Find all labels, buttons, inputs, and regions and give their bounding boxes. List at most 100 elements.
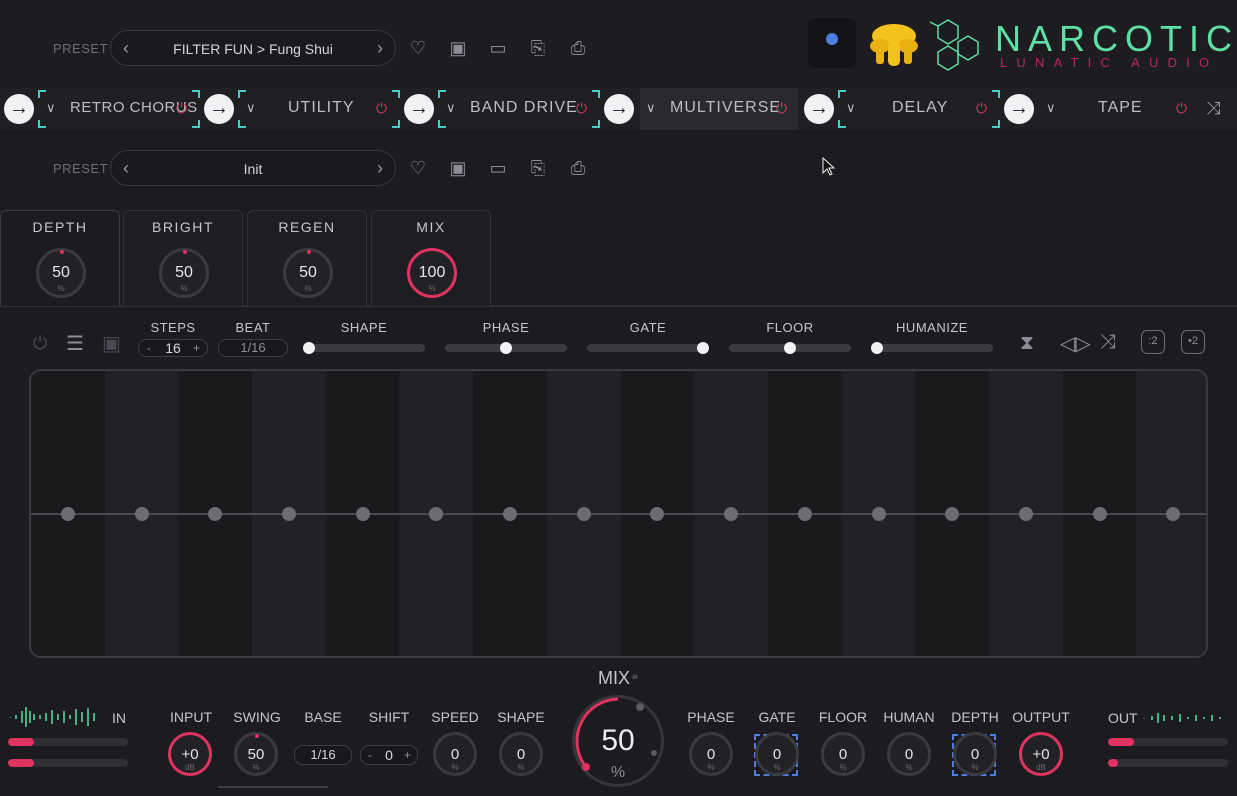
- chevron-down-icon[interactable]: ∨: [1046, 100, 1056, 116]
- mix-knob[interactable]: 100 %: [407, 248, 457, 298]
- module-preset-selector[interactable]: ‹ Init ›: [110, 150, 396, 186]
- chevron-right-icon[interactable]: ›: [377, 38, 383, 59]
- steps-stepper[interactable]: - 16 +: [138, 339, 208, 357]
- heart-icon[interactable]: ♡: [407, 157, 429, 179]
- step-dot[interactable]: [355, 506, 370, 521]
- module-slot-multiverse[interactable]: ∨ MULTIVERSE ⏻: [638, 88, 800, 130]
- human-knob[interactable]: 0 %: [887, 732, 931, 776]
- step-dot[interactable]: [60, 506, 75, 521]
- power-icon[interactable]: ⏻: [576, 100, 587, 117]
- tab-mix[interactable]: MIX 100 %: [371, 210, 491, 306]
- power-icon[interactable]: ⏻: [1176, 100, 1187, 117]
- module-slot-retro-chorus[interactable]: ∨ RETRO CHORUS ⏻: [38, 88, 200, 130]
- tab-bright[interactable]: BRIGHT 50 %: [123, 210, 243, 306]
- power-icon[interactable]: ⏻: [176, 100, 187, 117]
- module-slot-delay[interactable]: ∨ DELAY ⏻: [838, 88, 1000, 130]
- slider-shape[interactable]: [303, 342, 425, 354]
- top-preset-selector[interactable]: ‹ FILTER FUN > Fung Shui ›: [110, 30, 396, 66]
- steps-minus[interactable]: -: [147, 340, 151, 356]
- folder-icon[interactable]: ▭: [487, 157, 509, 179]
- slider-handle[interactable]: [697, 342, 709, 354]
- chain-arrow-icon[interactable]: →: [4, 94, 34, 124]
- chevron-right-icon[interactable]: ›: [377, 158, 383, 179]
- halve-button[interactable]: :2: [1141, 330, 1165, 354]
- bright-knob[interactable]: 50 %: [159, 248, 209, 298]
- record-button[interactable]: [808, 18, 856, 68]
- beat-selector[interactable]: 1/16: [218, 339, 288, 357]
- step-dot[interactable]: [134, 506, 149, 521]
- speed-knob[interactable]: 0 %: [433, 732, 477, 776]
- floor-knob[interactable]: 0 %: [821, 732, 865, 776]
- tab-regen[interactable]: REGEN 50 %: [247, 210, 367, 306]
- step-dot[interactable]: [724, 506, 739, 521]
- save-pattern-icon[interactable]: ▣: [102, 331, 121, 356]
- step-dot[interactable]: [1092, 506, 1107, 521]
- flip-vertical-icon[interactable]: ⧗: [1020, 332, 1034, 355]
- step-dot[interactable]: [871, 506, 886, 521]
- chevron-down-icon[interactable]: ∨: [46, 100, 56, 116]
- shuffle-icon[interactable]: ⤨: [1206, 98, 1220, 119]
- slider-phase[interactable]: [445, 342, 567, 354]
- tab-depth[interactable]: DEPTH 50 %: [0, 210, 120, 306]
- chevron-down-icon[interactable]: ∨: [846, 100, 856, 116]
- slider-humanize[interactable]: [871, 342, 993, 354]
- power-icon[interactable]: ⏻: [976, 100, 987, 117]
- power-icon[interactable]: ⏻: [376, 100, 387, 117]
- regen-knob[interactable]: 50 %: [283, 248, 333, 298]
- chevron-down-icon[interactable]: ∨: [646, 100, 656, 116]
- paste-icon[interactable]: ⎙: [567, 37, 589, 59]
- gate-knob[interactable]: 0 %: [755, 732, 799, 776]
- chain-arrow-icon[interactable]: →: [404, 94, 434, 124]
- slider-handle[interactable]: [500, 342, 512, 354]
- chain-arrow-icon[interactable]: →: [604, 94, 634, 124]
- step-dot[interactable]: [1018, 506, 1033, 521]
- shape-knob[interactable]: 0 %: [499, 732, 543, 776]
- folder-icon[interactable]: ▭: [487, 37, 509, 59]
- step-dot[interactable]: [576, 506, 591, 521]
- heart-icon[interactable]: ♡: [407, 37, 429, 59]
- chevron-down-icon[interactable]: ∨: [446, 100, 456, 116]
- slider-handle[interactable]: [303, 342, 315, 354]
- copy-icon[interactable]: ⎘: [527, 37, 549, 59]
- module-slot-band-drive[interactable]: ∨ BAND DRIVE ⏻: [438, 88, 600, 130]
- step-sequencer-grid[interactable]: [29, 369, 1208, 658]
- depth-knob[interactable]: 0 %: [953, 732, 997, 776]
- lock-icon[interactable]: 🔒︎: [632, 670, 638, 683]
- step-dot[interactable]: [797, 506, 812, 521]
- double-button[interactable]: •2: [1181, 330, 1205, 354]
- save-icon[interactable]: ▣: [447, 37, 469, 59]
- steps-plus[interactable]: +: [193, 340, 200, 356]
- main-mix-knob[interactable]: 50 %: [572, 695, 664, 787]
- step-dot[interactable]: [1166, 506, 1181, 521]
- swing-knob[interactable]: 50 %: [234, 732, 278, 776]
- module-slot-tape[interactable]: ∨ TAPE ⏻: [1038, 88, 1200, 130]
- module-slot-utility[interactable]: ∨ UTILITY ⏻: [238, 88, 400, 130]
- sequencer-power-icon[interactable]: ⏻: [33, 333, 47, 354]
- sliders-icon[interactable]: ☰: [66, 331, 84, 356]
- depth-knob[interactable]: 50 %: [36, 248, 86, 298]
- randomize-icon[interactable]: ⤨: [1100, 331, 1116, 354]
- mirror-horizontal-icon[interactable]: ◁▷: [1060, 331, 1091, 356]
- slider-handle[interactable]: [871, 342, 883, 354]
- slider-handle[interactable]: [784, 342, 796, 354]
- copy-icon[interactable]: ⎘: [527, 157, 549, 179]
- slider-gate[interactable]: [587, 342, 709, 354]
- chevron-down-icon[interactable]: ∨: [246, 100, 256, 116]
- step-dot[interactable]: [281, 506, 296, 521]
- step-dot[interactable]: [650, 506, 665, 521]
- base-selector[interactable]: 1/16: [294, 745, 352, 765]
- save-icon[interactable]: ▣: [447, 157, 469, 179]
- chain-arrow-icon[interactable]: →: [804, 94, 834, 124]
- chain-arrow-icon[interactable]: →: [204, 94, 234, 124]
- output-gain-knob[interactable]: +0 dB: [1019, 732, 1063, 776]
- step-dot[interactable]: [429, 506, 444, 521]
- shift-minus[interactable]: -: [368, 746, 372, 764]
- step-dot[interactable]: [503, 506, 518, 521]
- chain-arrow-icon[interactable]: →: [1004, 94, 1034, 124]
- input-gain-knob[interactable]: +0 dB: [168, 732, 212, 776]
- phase-knob[interactable]: 0 %: [689, 732, 733, 776]
- power-icon[interactable]: ⏻: [776, 100, 787, 117]
- shift-stepper[interactable]: - 0 +: [360, 745, 418, 765]
- paste-icon[interactable]: ⎙: [567, 157, 589, 179]
- step-dot[interactable]: [208, 506, 223, 521]
